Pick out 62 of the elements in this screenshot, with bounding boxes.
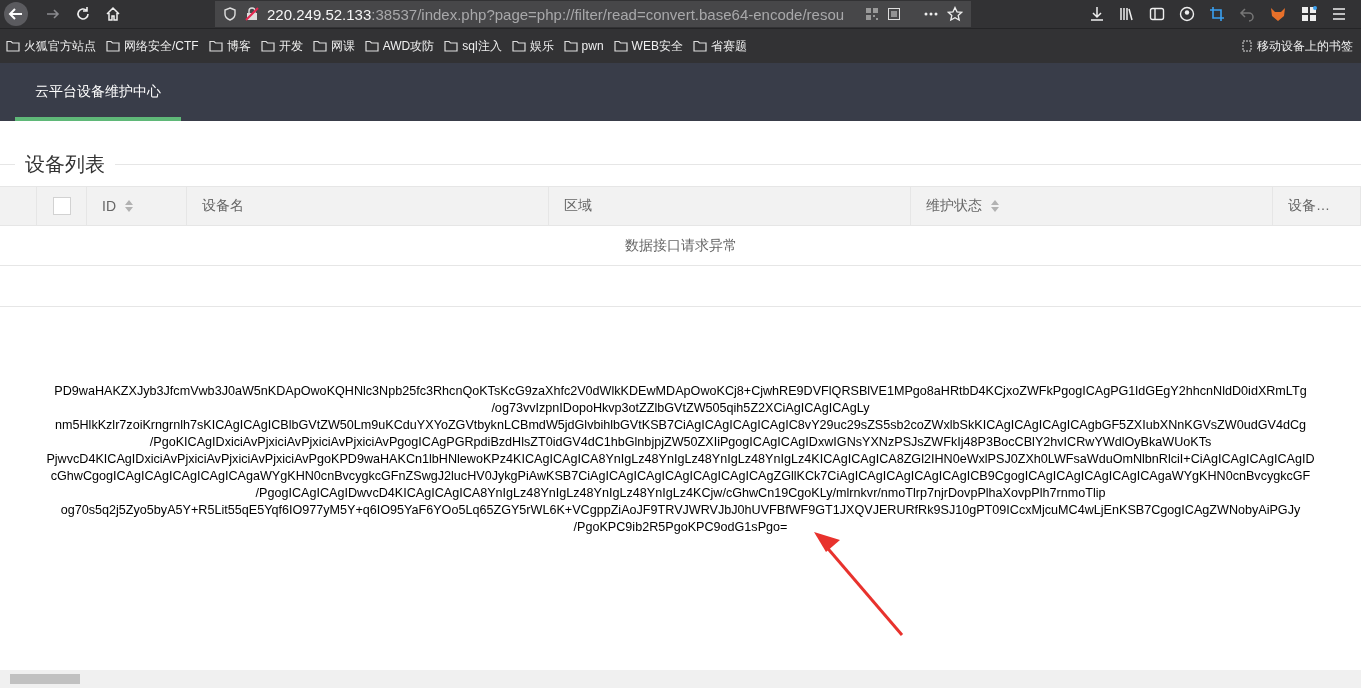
fox-icon[interactable] <box>1269 6 1287 22</box>
section-title: 设备列表 <box>24 151 106 177</box>
url-text: 220.249.52.133:38537/index.php?page=php://filter/read=convert.base64-encode/resou <box>267 5 846 23</box>
base64-text-line: nm5HlkKzlr7zoiKrngrnlh7sKICAgICAgICBlbGVtZW50Lm9uKCduYXYoZGVtbyknLCBmdW5jdGlvbihlbGVtKSB7CiAgICAgICAgICAgIC8vY29uc29sZS5sb2coZWxlbSkKICAgICAgICAgICAgbGF5ZXIubXNnKGVsZW0udGV4dCg <box>55 417 1306 434</box>
mobile-device-icon <box>1241 40 1253 52</box>
folder-icon <box>511 40 526 52</box>
undo-icon[interactable] <box>1239 6 1255 22</box>
bookmark-folder[interactable]: 网课 <box>312 37 355 55</box>
horizontal-scrollbar[interactable] <box>0 670 1361 688</box>
account-icon[interactable] <box>1179 6 1195 22</box>
reload-icon[interactable] <box>75 6 91 22</box>
sidebar-icon[interactable] <box>1149 6 1165 22</box>
bookmark-folder[interactable]: 开发 <box>260 37 303 55</box>
column-header: 设备… <box>1288 197 1330 215</box>
folder-icon <box>312 40 327 52</box>
home-icon[interactable] <box>105 6 121 22</box>
base64-text-line: /og73vvIzpnIDopoHkvp3otZZlbGVtZW505qih5Z2XCiAgICAgICAgLy <box>491 400 870 417</box>
base64-text-line: /PgogICAgICAgIDwvcD4KICAgICAgICA8YnIgLz48YnIgLz48YnIgLz48YnIgLz4KCjw/cGhwCn19CgoKLy/mlrnkvr/nmoTlrp7njrDovpPlhaXovpPlh7rnmoTlip <box>255 485 1106 502</box>
folder-icon <box>444 40 459 52</box>
select-all-checkbox[interactable] <box>52 197 71 215</box>
menu-icon[interactable] <box>1331 6 1347 22</box>
base64-text-line: PjwvcD4KICAgIDxiciAvPjxiciAvPjxiciAvPjxiciAvPgoKPD9waHAKCn1lbHNlewoKPz4KICAgICAgICA8YnIgLz48YnIgLz48YnIgLz48YnIgLz4KICAgICAgICA8ZGl2IHN0eWxlPSJ0ZXh0LWFsaWduOmNlbnRlciI+CiAgICAgICAgICAgID <box>46 451 1315 468</box>
column-header: 维护状态 <box>926 197 982 215</box>
shield-icon[interactable] <box>223 7 237 21</box>
bookmark-folder[interactable]: sql注入 <box>444 37 502 55</box>
extensions-icon[interactable] <box>1301 6 1317 22</box>
column-header: 设备名 <box>202 197 244 215</box>
address-bar[interactable]: 220.249.52.133:38537/index.php?page=php://filter/read=convert.base64-encode/resou <box>215 1 971 27</box>
bookmark-folder[interactable]: 娱乐 <box>511 37 554 55</box>
empty-message: 数据接口请求异常 <box>624 236 737 255</box>
bookmark-folder[interactable]: AWD攻防 <box>364 37 435 55</box>
back-icon[interactable] <box>3 1 29 27</box>
insecure-lock-icon[interactable] <box>245 7 259 21</box>
folder-icon <box>6 40 20 52</box>
bookmark-folder[interactable]: 省赛题 <box>692 37 747 55</box>
folder-icon <box>692 40 707 52</box>
crop-icon[interactable] <box>1209 6 1225 22</box>
bookmark-folder[interactable]: pwn <box>563 39 604 53</box>
bookmark-folder[interactable]: 博客 <box>208 37 251 55</box>
folder-icon <box>563 40 578 52</box>
folder-icon <box>613 40 628 52</box>
library-icon[interactable] <box>1119 6 1135 22</box>
column-header: ID <box>102 198 116 214</box>
nav-tab[interactable]: 云平台设备维护中心 <box>15 63 181 121</box>
base64-text-line: /PgoKPC9ib2R5PgoKPC9odG1sPgo= <box>573 519 788 536</box>
folder-icon <box>208 40 223 52</box>
qr-code-icon[interactable] <box>865 7 879 21</box>
mobile-bookmarks-folder[interactable]: 移动设备上的书签 <box>1241 37 1353 55</box>
bookmark-folder[interactable]: 网络安全/CTF <box>106 37 199 55</box>
download-icon[interactable] <box>1089 6 1105 22</box>
bookmark-folder[interactable]: WEB安全 <box>613 37 683 55</box>
folder-icon <box>106 40 120 52</box>
base64-text-line: /PgoKICAgIDxiciAvPjxiciAvPjxiciAvPjxiciAvPgogICAgPGRpdiBzdHlsZT0idGV4dC1hbGlnbjpjZW50ZXIiPgogICAgICAgIDxwIGNsYXNzPSJsZWFkIj48P3BocCBlY2hvICRwYWdlOyBkaWUoKTs <box>149 434 1212 451</box>
column-header: 区域 <box>564 197 592 215</box>
folder-icon <box>260 40 275 52</box>
base64-text-line: og70s5q2j5Zyo5byA5Y+R5Lit55qE5Yqf6IO977yM5Y+q6IO95YaF6YOo5Lq65ZGY5rWL6K+VCgppZiAoJF9TRVJWRVJbJ0hUVFBfWF9GT1JXQVJERURfRk9SJ10gPT09ICcxMjcuMC4wLjEnKSB7CgogICAgZWNobyAiPGJy <box>60 502 1301 519</box>
base64-text-line: PD9waHAKZXJyb3JfcmVwb3J0aW5nKDApOwoKQHNlc3Npb25fc3RhcnQoKTsKcG9zaXhfc2V0dWlkKDEwMDApOwoKCj8+CjwhRE9DVFlQRSBlVE1MPgo8aHRtbD4KCjxoZWFkPgogICAgPG1ldGEgY2hhcnNldD0idXRmLTg <box>54 383 1307 400</box>
star-icon[interactable] <box>947 6 963 22</box>
base64-text-line: cGhwCgogICAgICAgICAgICAgICAgaWYgKHN0cnBvcygkcGFnZSwgJ2lucHV0JykgPiAwKSB7CiAgICAgICAgICAgICAgICAgICAgZGllKCk7CiAgICAgICAgICAgICAgICB9CgogICAgICAgICAgICAgICAgaWYgKHN0cnBvcygkcGF <box>50 468 1311 485</box>
bookmark-folder[interactable]: 火狐官方站点 <box>6 37 96 55</box>
folder-icon <box>364 40 379 52</box>
reader-icon[interactable] <box>887 7 901 21</box>
